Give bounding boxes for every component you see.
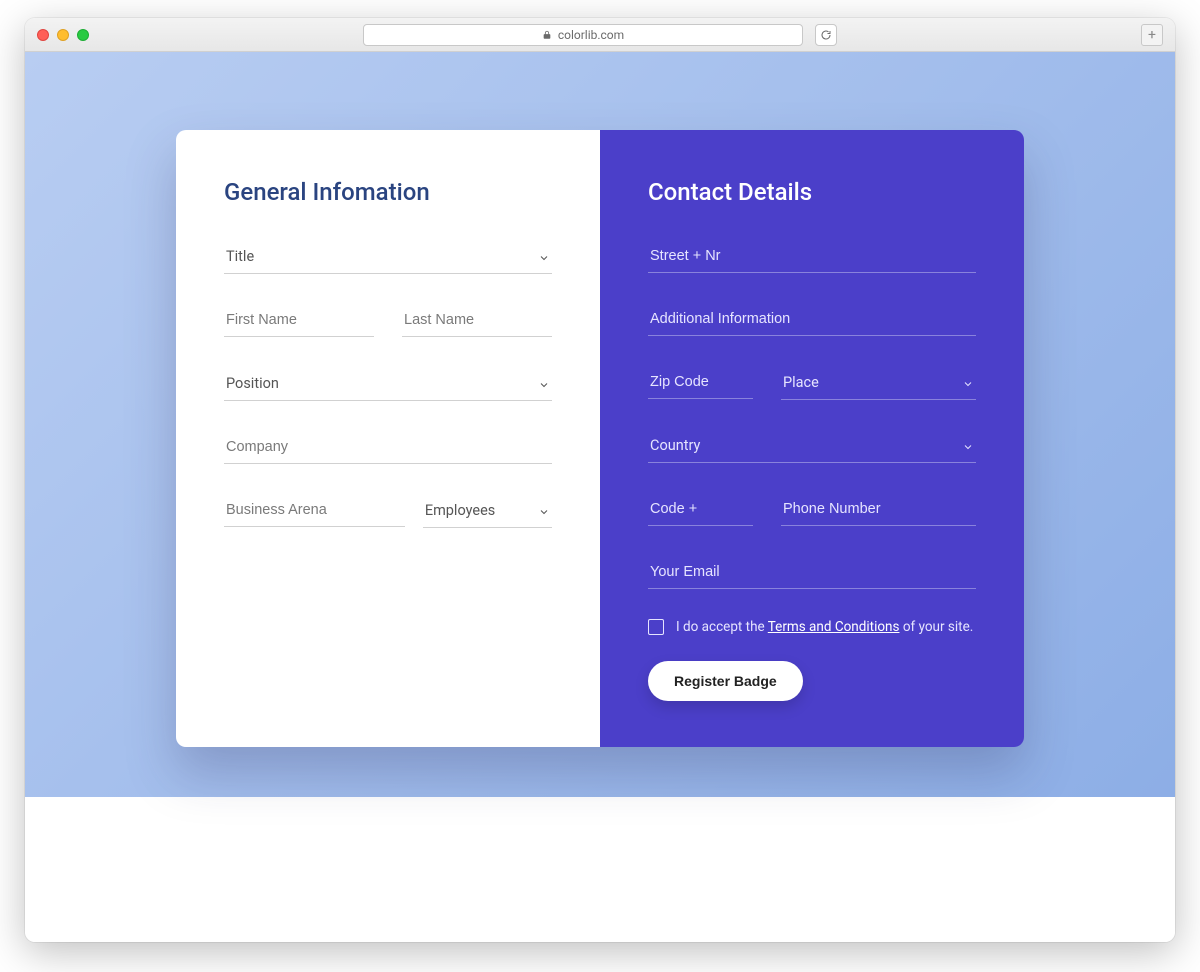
reload-icon — [820, 29, 832, 41]
address-bar-group: colorlib.com — [363, 24, 837, 46]
register-button[interactable]: Register Badge — [648, 661, 803, 701]
maximize-window-icon[interactable] — [77, 29, 89, 41]
reload-button[interactable] — [815, 24, 837, 46]
position-select-label: Position — [226, 375, 279, 392]
terms-post: of your site. — [899, 619, 973, 635]
general-info-heading: General Infomation — [224, 178, 552, 206]
contact-details-pane: Contact Details Place — [600, 130, 1024, 747]
title-select[interactable]: Title — [224, 240, 552, 274]
employees-select-label: Employees — [425, 502, 495, 519]
below-fold — [25, 797, 1175, 942]
phone-number-input[interactable] — [781, 493, 976, 526]
title-select-label: Title — [226, 248, 254, 265]
terms-text: I do accept the Terms and Conditions of … — [676, 619, 973, 635]
chevron-down-icon — [962, 377, 974, 389]
position-select[interactable]: Position — [224, 367, 552, 401]
country-select-label: Country — [650, 437, 700, 454]
window-controls — [37, 29, 89, 41]
address-bar[interactable]: colorlib.com — [363, 24, 803, 46]
terms-checkbox[interactable] — [648, 619, 664, 635]
lock-icon — [542, 30, 552, 40]
zip-input[interactable] — [648, 366, 753, 399]
chevron-down-icon — [962, 440, 974, 452]
terms-pre: I do accept the — [676, 619, 768, 635]
phone-code-input[interactable] — [648, 493, 753, 526]
chevron-down-icon — [538, 378, 550, 390]
contact-details-heading: Contact Details — [648, 178, 976, 206]
street-input[interactable] — [648, 240, 976, 273]
chevron-down-icon — [538, 505, 550, 517]
place-select-label: Place — [783, 374, 819, 391]
page-viewport: General Infomation Title Position — [25, 52, 1175, 942]
browser-window: colorlib.com + General Infomation Title — [25, 18, 1175, 942]
close-window-icon[interactable] — [37, 29, 49, 41]
minimize-window-icon[interactable] — [57, 29, 69, 41]
business-arena-input[interactable] — [224, 494, 405, 527]
first-name-input[interactable] — [224, 304, 374, 337]
country-select[interactable]: Country — [648, 429, 976, 463]
terms-row: I do accept the Terms and Conditions of … — [648, 619, 976, 635]
address-bar-text: colorlib.com — [558, 28, 624, 42]
new-tab-button[interactable]: + — [1141, 24, 1163, 46]
email-input[interactable] — [648, 556, 976, 589]
last-name-input[interactable] — [402, 304, 552, 337]
general-info-pane: General Infomation Title Position — [176, 130, 600, 747]
company-input[interactable] — [224, 431, 552, 464]
hero-section: General Infomation Title Position — [25, 52, 1175, 797]
employees-select[interactable]: Employees — [423, 494, 552, 528]
additional-info-input[interactable] — [648, 303, 976, 336]
chevron-down-icon — [538, 251, 550, 263]
registration-card: General Infomation Title Position — [176, 130, 1024, 747]
terms-link[interactable]: Terms and Conditions — [768, 619, 900, 635]
place-select[interactable]: Place — [781, 366, 976, 400]
browser-toolbar: colorlib.com + — [25, 18, 1175, 52]
